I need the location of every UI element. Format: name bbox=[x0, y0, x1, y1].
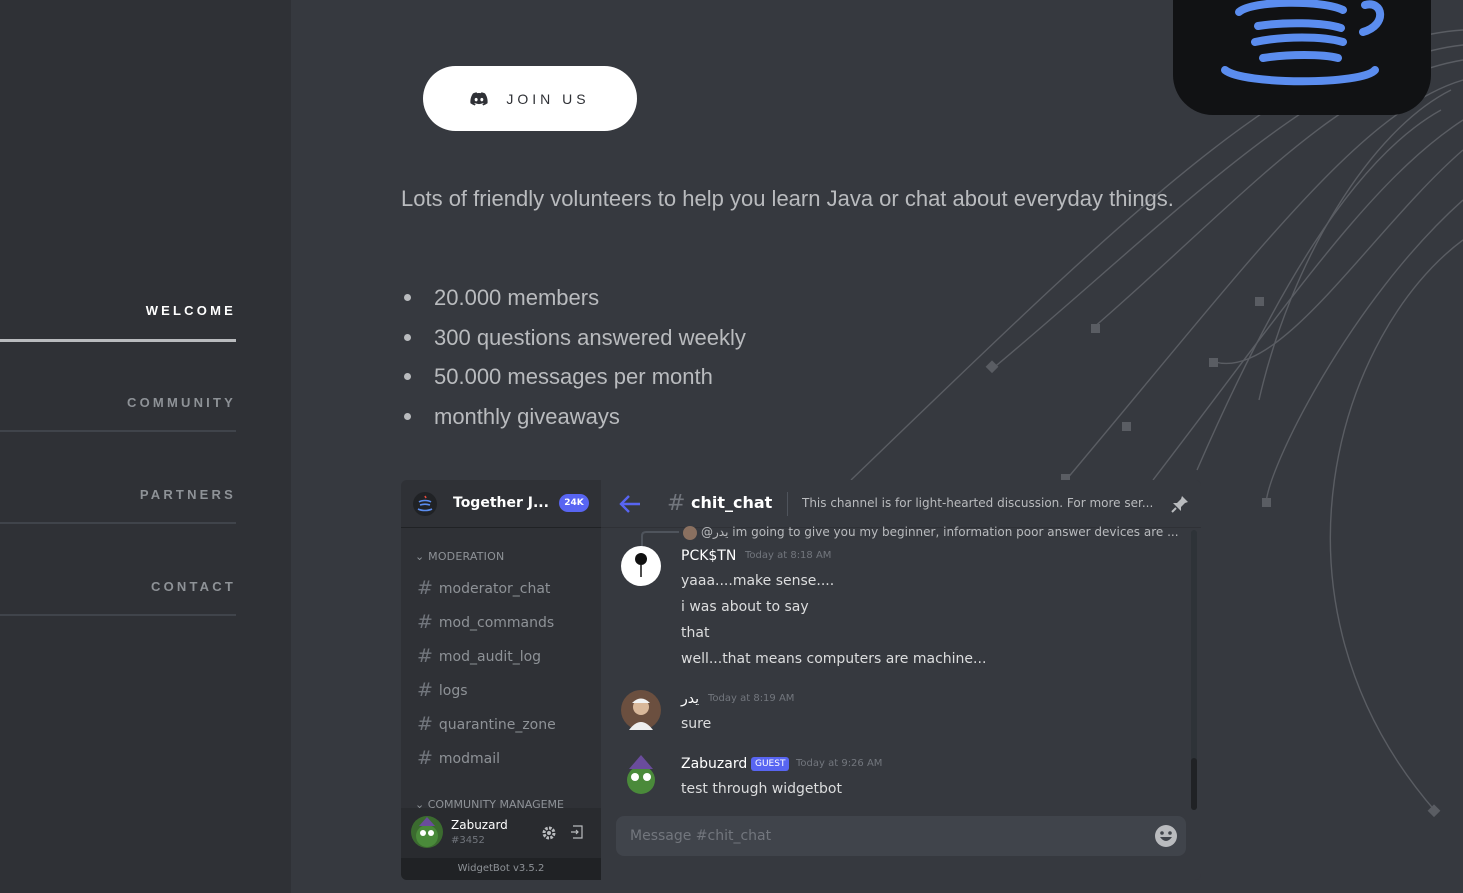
user-discriminator: #3452 bbox=[451, 835, 485, 846]
message-timestamp: Today at 9:26 AM bbox=[796, 758, 883, 769]
message-text: that bbox=[681, 625, 710, 641]
stat-item: 20.000 members bbox=[401, 282, 746, 322]
widgetbot-version: WidgetBot v3.5.2 bbox=[401, 858, 601, 880]
join-us-button[interactable]: JOIN US bbox=[423, 66, 637, 131]
stat-item: monthly giveaways bbox=[401, 401, 746, 441]
channel-logs[interactable]: # logs bbox=[417, 678, 468, 701]
message-text: test through widgetbot bbox=[681, 781, 842, 797]
hash-icon: # bbox=[417, 679, 433, 701]
hash-icon: # bbox=[417, 577, 433, 599]
channel-mod-audit-log[interactable]: # mod_audit_log bbox=[417, 644, 542, 667]
message-author[interactable]: يدر bbox=[681, 691, 699, 707]
intro-text: Lots of friendly volunteers to help you … bbox=[401, 186, 1174, 211]
chevron-down-icon: ⌄ bbox=[415, 550, 429, 563]
avatar[interactable] bbox=[621, 546, 661, 586]
channel-label: moderator_chat bbox=[438, 581, 551, 597]
stat-item: 300 questions answered weekly bbox=[401, 322, 746, 362]
pin-icon[interactable] bbox=[1170, 494, 1190, 514]
nav-contact-label: CONTACT bbox=[151, 579, 236, 594]
nav-contact[interactable]: CONTACT bbox=[0, 579, 236, 616]
message-input[interactable] bbox=[616, 816, 1186, 856]
message-text: yaaa....make sense.... bbox=[681, 573, 835, 589]
message-timestamp: Today at 8:18 AM bbox=[745, 550, 832, 561]
stats-list: 20.000 members 300 questions answered we… bbox=[401, 282, 746, 440]
nav-welcome[interactable]: WELCOME bbox=[0, 303, 236, 342]
hash-icon: # bbox=[667, 491, 686, 516]
channel-moderator-chat[interactable]: # moderator_chat bbox=[417, 576, 551, 599]
server-header[interactable]: Together J... 24K bbox=[401, 480, 601, 528]
reply-avatar bbox=[683, 526, 697, 540]
guest-badge: GUEST bbox=[751, 757, 790, 771]
gear-icon[interactable] bbox=[541, 825, 557, 841]
nav-community-label: COMMUNITY bbox=[127, 395, 236, 410]
avatar[interactable] bbox=[621, 755, 661, 795]
back-arrow-icon[interactable] bbox=[619, 494, 641, 514]
channel-label: modmail bbox=[438, 751, 501, 767]
discord-widget: Together J... 24K ⌄ MODERATION # moderato… bbox=[401, 480, 1201, 880]
category-label: COMMUNITY MANAGEME bbox=[427, 798, 564, 808]
channel-label: mod_audit_log bbox=[438, 649, 542, 665]
chevron-down-icon: ⌄ bbox=[415, 798, 428, 808]
reply-preview[interactable]: @يدر im going to give you my beginner, i… bbox=[701, 525, 1179, 539]
message-text: well...that means computers are machine.… bbox=[681, 651, 987, 667]
channel-label: mod_commands bbox=[438, 615, 555, 631]
user-panel: Zabuzard #3452 bbox=[401, 808, 601, 858]
channel-header: # chit_chat This channel is for light-he… bbox=[601, 480, 1201, 528]
java-cup-icon bbox=[1221, 0, 1385, 86]
nav-contact-underline bbox=[0, 614, 236, 616]
channel-mod-commands[interactable]: # mod_commands bbox=[417, 610, 555, 633]
channel-topic: This channel is for light-hearted discus… bbox=[802, 496, 1154, 510]
stat-item: 50.000 messages per month bbox=[401, 361, 746, 401]
message-author[interactable]: PCK$TN bbox=[681, 548, 736, 564]
message-author[interactable]: Zabuzard bbox=[681, 756, 747, 772]
nav-partners[interactable]: PARTNERS bbox=[0, 487, 236, 524]
message-timestamp: Today at 8:19 AM bbox=[708, 693, 795, 704]
channel-name: chit_chat bbox=[691, 493, 773, 512]
message-text: sure bbox=[681, 716, 712, 732]
side-nav: WELCOME COMMUNITY PARTNERS CONTACT bbox=[0, 0, 291, 893]
server-name: Together J... bbox=[453, 495, 549, 511]
nav-community-underline bbox=[0, 430, 236, 432]
nav-partners-underline bbox=[0, 522, 236, 524]
channel-label: quarantine_zone bbox=[438, 717, 556, 733]
hash-icon: # bbox=[417, 747, 433, 769]
hash-icon: # bbox=[417, 611, 433, 633]
nav-welcome-label: WELCOME bbox=[145, 303, 236, 318]
java-logo-card bbox=[1173, 0, 1431, 115]
channel-modmail[interactable]: # modmail bbox=[417, 746, 501, 769]
channel-quarantine-zone[interactable]: # quarantine_zone bbox=[417, 712, 556, 735]
username: Zabuzard bbox=[451, 818, 508, 832]
hash-icon: # bbox=[417, 713, 433, 735]
nav-community[interactable]: COMMUNITY bbox=[0, 395, 236, 432]
discord-icon bbox=[470, 91, 489, 105]
user-avatar bbox=[411, 816, 443, 848]
logout-icon[interactable] bbox=[570, 825, 584, 839]
nav-partners-label: PARTNERS bbox=[139, 487, 236, 502]
emoji-icon[interactable] bbox=[1154, 824, 1178, 848]
avatar[interactable] bbox=[621, 690, 661, 730]
header-divider bbox=[787, 492, 788, 516]
server-icon bbox=[413, 492, 437, 516]
category-label: MODERATION bbox=[428, 550, 505, 563]
hash-icon: # bbox=[417, 645, 433, 667]
scrollbar-thumb[interactable] bbox=[1191, 758, 1197, 810]
nav-welcome-underline bbox=[0, 339, 236, 342]
category-moderation[interactable]: ⌄ MODERATION bbox=[415, 550, 504, 563]
join-us-label: JOIN US bbox=[506, 90, 590, 107]
chat-panel: # chit_chat This channel is for light-he… bbox=[601, 480, 1201, 880]
member-count-badge: 24K bbox=[559, 494, 589, 512]
widget-sidebar: Together J... 24K ⌄ MODERATION # moderato… bbox=[401, 480, 601, 880]
channel-label: logs bbox=[438, 683, 468, 699]
category-community[interactable]: ⌄ COMMUNITY MANAGEME bbox=[415, 798, 595, 808]
message-text: i was about to say bbox=[681, 599, 809, 615]
